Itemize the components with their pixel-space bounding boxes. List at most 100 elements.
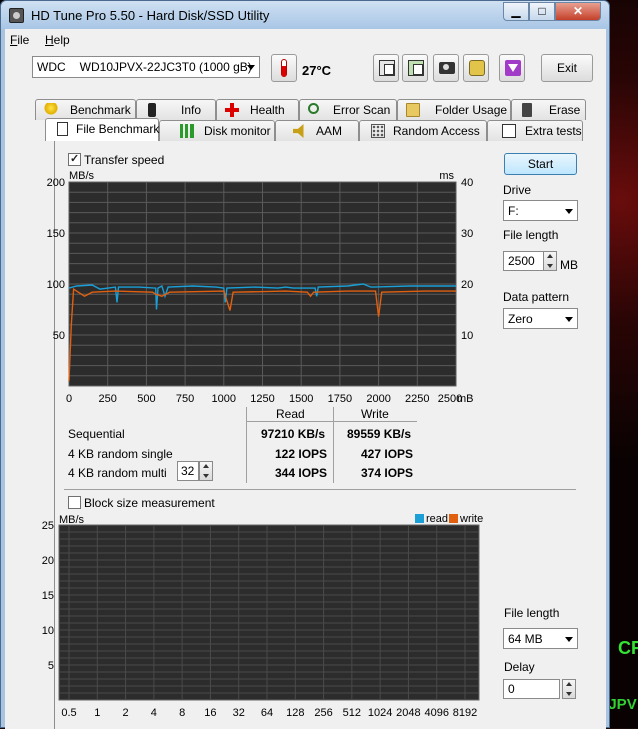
tab-disk-monitor[interactable]: Disk monitor [159, 120, 275, 141]
x-tick-label: 32 [233, 707, 245, 719]
menu-bar: File Help [5, 29, 606, 51]
up-arrow-icon [547, 254, 553, 258]
close-button[interactable]: ✕ [555, 2, 601, 21]
tab-aam[interactable]: AAM [275, 120, 359, 141]
x-tick-label: 256 [314, 707, 332, 719]
x-tick-label: 2250 [405, 393, 429, 405]
up-arrow-icon [203, 464, 209, 468]
tab-file-benchmark[interactable]: File Benchmark [45, 118, 159, 141]
tab-extra-tests[interactable]: Extra tests [487, 120, 583, 141]
y-tick-label: 25 [42, 520, 54, 532]
copy-info-button[interactable] [402, 54, 428, 82]
tab-label: AAM [316, 124, 343, 138]
queue-depth-stepper[interactable] [199, 461, 213, 481]
drive-model: WDC [37, 60, 66, 74]
section-divider [64, 489, 576, 490]
y2-tick-label: 10 [461, 330, 473, 342]
tab-label: Disk monitor [204, 124, 271, 138]
x-tick-label: 4 [151, 707, 157, 719]
delay-stepper[interactable] [562, 679, 576, 699]
tab-health[interactable]: Health [216, 99, 299, 120]
screenshot-button[interactable] [433, 54, 459, 82]
legend-swatch-read [415, 514, 424, 523]
tab-label: Benchmark [70, 103, 131, 117]
exit-button[interactable]: Exit [541, 54, 593, 82]
options-button[interactable] [463, 54, 489, 82]
desktop-text: CR [618, 638, 638, 658]
transfer-speed-chart: 50 100 150 200 10 20 30 40 MB/s ms 0 250 500 750 1000 1… [47, 170, 474, 405]
minimize-button[interactable]: ▁ [503, 2, 529, 21]
divider [246, 407, 247, 483]
y2-tick-label: 20 [461, 279, 473, 291]
legend-label-write: write [459, 513, 483, 525]
copy-icon [408, 60, 424, 76]
block-size-checkbox[interactable] [68, 496, 81, 509]
queue-depth-input[interactable]: 32 [177, 461, 199, 481]
tab-random-access[interactable]: Random Access [359, 120, 487, 141]
tab-error-scan[interactable]: Error Scan [299, 99, 397, 120]
client-area: File Help WDC WD10JPVX-22JC3T0 (1000 gB) … [5, 29, 606, 729]
result-write: 89559 KB/s [347, 427, 412, 441]
y2-tick-label: 30 [461, 228, 473, 240]
file-length-stepper[interactable] [543, 251, 557, 271]
temperature-button[interactable] [271, 54, 297, 82]
tab-benchmark[interactable]: Benchmark [35, 99, 136, 120]
copy-icon [379, 60, 395, 76]
transfer-speed-checkbox[interactable] [68, 152, 81, 166]
start-button[interactable]: Start [504, 153, 577, 175]
tab-label: Health [250, 103, 285, 117]
copy-text-button[interactable] [373, 54, 399, 82]
y-tick-label: 10 [42, 625, 54, 637]
block-size-chart: 5 10 15 20 25 MB/s 0.5 1 2 4 8 16 32 64 128 256 512 1024 2… [42, 513, 483, 719]
x-tick-label: 1 [94, 707, 100, 719]
x-tick-label: 0.5 [61, 707, 76, 719]
data-pattern-label: Data pattern [503, 290, 570, 304]
window-title: HD Tune Pro 5.50 - Hard Disk/SSD Utility [31, 8, 270, 23]
dots-icon [371, 124, 385, 138]
drive-label: Drive [503, 183, 532, 197]
thermometer-icon [281, 59, 287, 77]
menu-file[interactable]: File [10, 33, 29, 47]
result-write: 374 IOPS [361, 466, 414, 480]
file-length-label: File length [503, 228, 559, 242]
temperature-value: 27°C [302, 63, 332, 78]
tab-info[interactable]: Info [136, 99, 216, 120]
delay-input[interactable]: 0 [503, 679, 560, 699]
x-tick-label: 1500 [289, 393, 313, 405]
drive-select[interactable]: WDC WD10JPVX-22JC3T0 (1000 gB) [32, 56, 260, 78]
delay-label: Delay [504, 660, 535, 674]
x-tick-label: 250 [99, 393, 117, 405]
result-label: Sequential [68, 427, 125, 441]
tab-folder-usage[interactable]: Folder Usage [397, 99, 511, 120]
y-tick-label: 20 [42, 555, 54, 567]
extra-icon [502, 124, 516, 138]
block-file-length-combo[interactable]: 64 MB [503, 628, 578, 649]
save-button[interactable] [499, 54, 525, 82]
y-axis-unit: MB/s [69, 170, 95, 182]
file-length-input[interactable]: 2500 [503, 251, 544, 271]
drive-combo[interactable]: F: [503, 200, 578, 221]
title-bar[interactable]: HD Tune Pro 5.50 - Hard Disk/SSD Utility… [1, 1, 609, 29]
tab-label: Folder Usage [435, 103, 508, 117]
data-pattern-combo[interactable]: Zero [503, 308, 578, 329]
maximize-button[interactable]: □ [529, 2, 555, 21]
tab-label: Error Scan [333, 103, 391, 117]
menu-help[interactable]: Help [45, 33, 70, 47]
tab-label: Random Access [393, 124, 480, 138]
result-label: 4 KB random multi [68, 466, 167, 480]
chevron-down-icon [247, 65, 255, 70]
x-tick-label: 512 [343, 707, 361, 719]
result-label: 4 KB random single [68, 447, 173, 461]
app-icon [9, 8, 24, 23]
magnifier-icon [308, 103, 319, 114]
result-read: 344 IOPS [275, 466, 328, 480]
x-tick-label: 64 [261, 707, 273, 719]
x-tick-label: 0 [66, 393, 72, 405]
x-tick-label: 2000 [366, 393, 390, 405]
bulb-icon [44, 103, 58, 117]
tab-erase[interactable]: Erase [511, 99, 586, 120]
trash-icon [522, 103, 532, 117]
write-header: Write [361, 407, 389, 421]
app-window: HD Tune Pro 5.50 - Hard Disk/SSD Utility… [0, 0, 610, 729]
x-tick-label: 500 [137, 393, 155, 405]
